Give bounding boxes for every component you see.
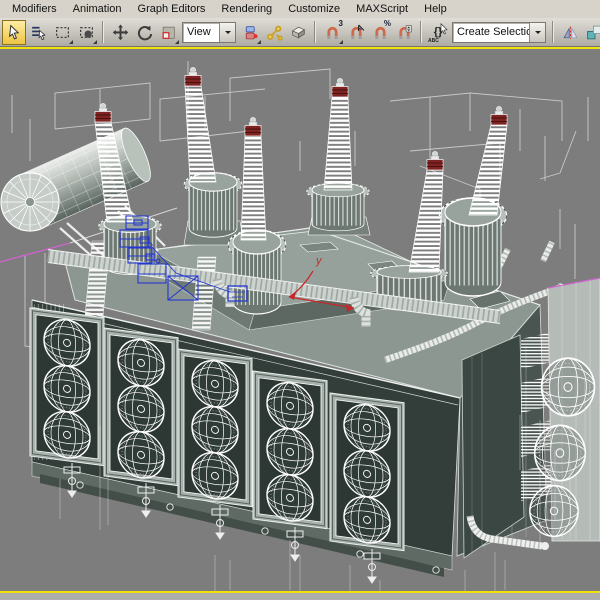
- flyout-corner: [69, 39, 73, 44]
- flyout-corner: [175, 39, 179, 44]
- keyboard-shortcut-override-button[interactable]: [286, 20, 310, 45]
- menu-help[interactable]: Help: [416, 2, 455, 17]
- window-crossing-icon: [79, 26, 93, 38]
- window-background: [0, 593, 600, 600]
- window-crossing-toggle-button[interactable]: [74, 20, 98, 45]
- align-button[interactable]: [582, 20, 600, 45]
- named-selection-sets-dropdown[interactable]: Create Selection Set: [452, 21, 546, 43]
- chevron-down-icon[interactable]: [529, 22, 545, 42]
- toolbar-separator: [420, 21, 422, 43]
- reference-coordinate-system-dropdown[interactable]: View: [182, 21, 236, 43]
- cursor-icon: [440, 22, 448, 34]
- toolbar-separator: [314, 21, 316, 43]
- select-and-rotate-button[interactable]: [132, 20, 156, 45]
- spinner-snap-toggle-button[interactable]: [392, 20, 416, 45]
- snap-toggle-3d-button[interactable]: 3: [320, 18, 344, 45]
- flyout-corner: [339, 39, 343, 44]
- abc-label: ABC: [428, 37, 439, 44]
- reference-coordinate-system-value: View: [187, 26, 211, 38]
- toolbar-separator: [552, 21, 554, 43]
- angle-snap-toggle-button[interactable]: [344, 20, 368, 45]
- toolbar-separator: [102, 21, 104, 43]
- angle-snap-icon: [350, 24, 364, 39]
- rectangular-selection-region-button[interactable]: [50, 20, 74, 45]
- marquee-rect-icon: [55, 26, 69, 38]
- mirror-button[interactable]: [558, 20, 582, 45]
- snap-3-glyph: 3: [338, 18, 343, 28]
- keyboard-key-icon: [291, 26, 305, 38]
- mirror-icon: [563, 26, 577, 39]
- viewport-active-border-bottom: [0, 591, 600, 593]
- pivot-center-icon: [245, 25, 258, 39]
- menu-customize[interactable]: Customize: [280, 2, 348, 17]
- edit-named-selection-sets-button[interactable]: {} ABC: [426, 20, 450, 45]
- select-arrow-icon: [8, 24, 19, 40]
- viewport-active-border-top: [0, 47, 600, 49]
- percent-glyph: %: [383, 18, 391, 28]
- menu-graph-editors[interactable]: Graph Editors: [130, 2, 214, 17]
- flyout-corner: [257, 39, 261, 44]
- select-by-name-icon: [31, 26, 46, 40]
- use-pivot-point-center-button[interactable]: [238, 20, 262, 45]
- menu-maxscript[interactable]: MAXScript: [348, 2, 416, 17]
- select-by-name-button[interactable]: [26, 20, 50, 45]
- named-selection-set-value: Create Selection Set: [457, 26, 529, 38]
- select-object-button[interactable]: [2, 19, 26, 45]
- flyout-corner: [93, 39, 97, 44]
- menu-rendering[interactable]: Rendering: [213, 2, 280, 17]
- menu-modifiers[interactable]: Modifiers: [4, 2, 65, 17]
- main-toolbar: View 3 % {} ABC Create Selecti: [0, 18, 600, 47]
- menu-bar: Modifiers Animation Graph Editors Render…: [0, 0, 600, 18]
- scale-icon: [162, 26, 175, 39]
- rotate-icon: [137, 25, 152, 40]
- perspective-viewport[interactable]: y: [0, 49, 600, 591]
- menu-animation[interactable]: Animation: [65, 2, 130, 17]
- percent-snap-toggle-button[interactable]: %: [368, 18, 392, 45]
- select-and-scale-button[interactable]: [156, 20, 180, 45]
- move-icon: [112, 24, 128, 40]
- align-icon: [586, 25, 600, 39]
- manipulate-icon: [266, 25, 283, 41]
- chevron-down-icon[interactable]: [219, 22, 235, 42]
- select-and-move-button[interactable]: [108, 20, 132, 45]
- wireframe-scene: y: [0, 49, 600, 591]
- spinner-snap-icon: [398, 24, 412, 39]
- select-and-manipulate-button[interactable]: [262, 20, 286, 45]
